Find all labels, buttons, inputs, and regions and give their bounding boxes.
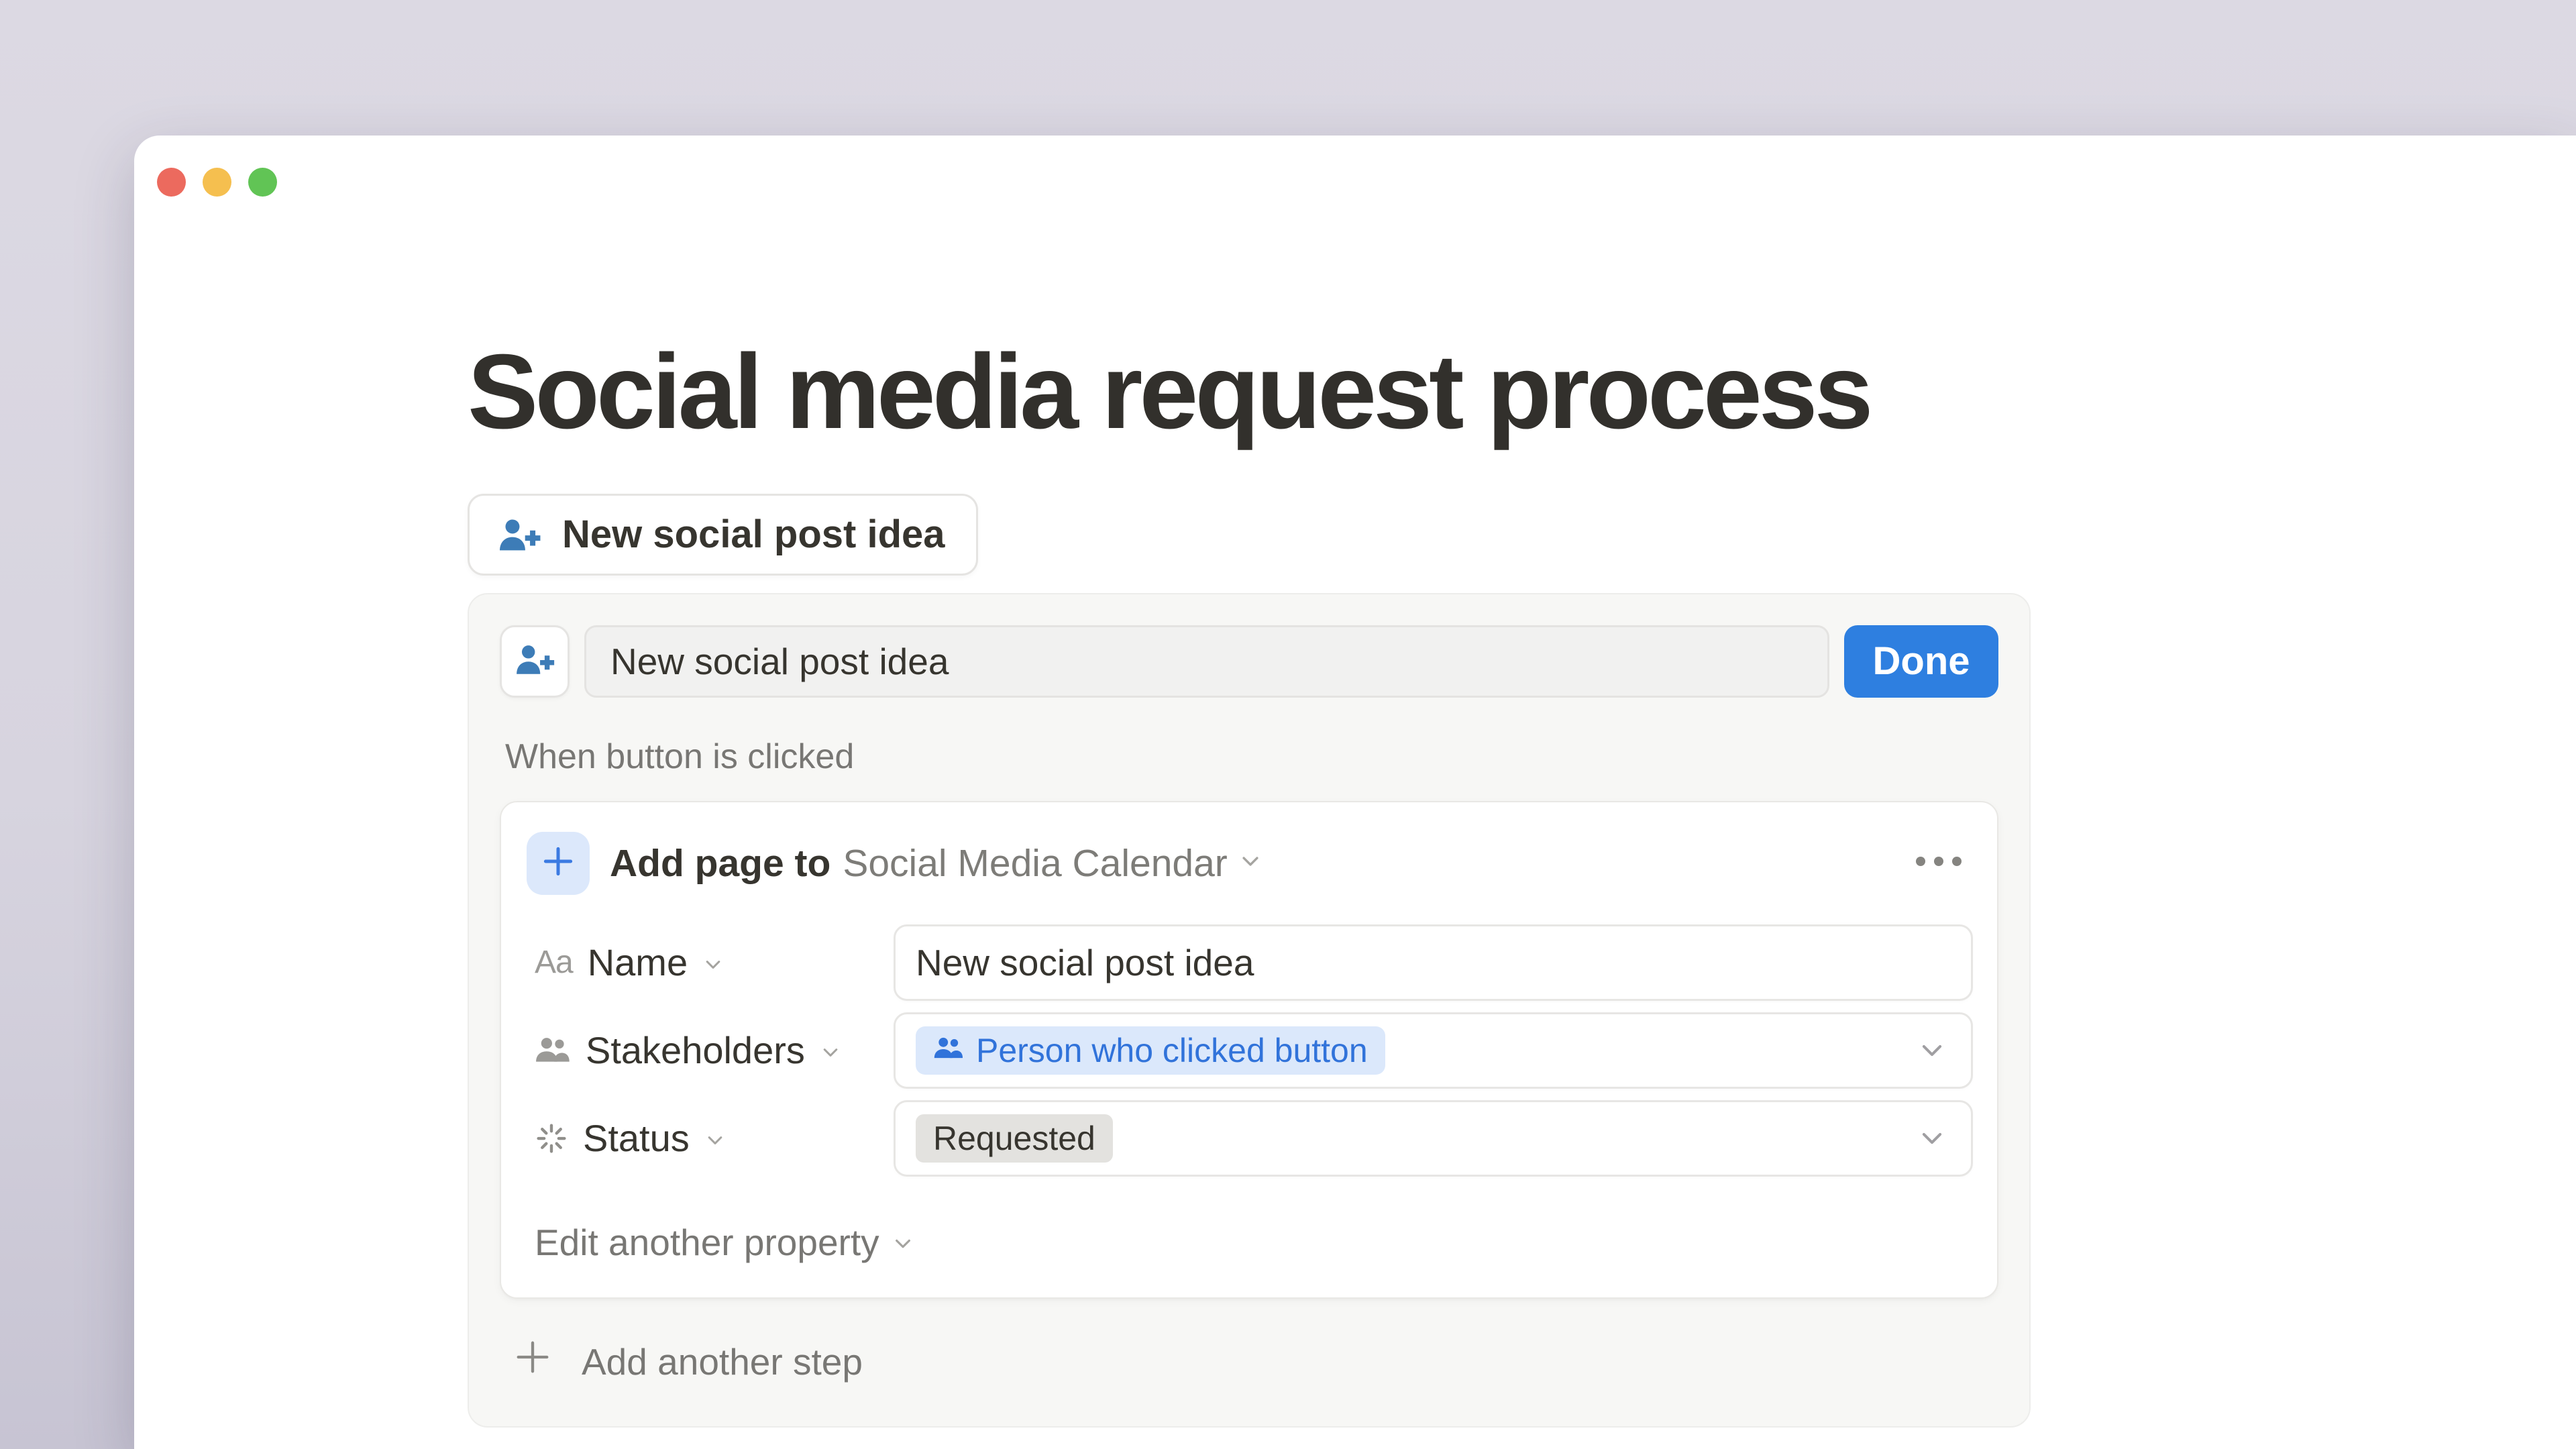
ellipsis-icon [1915,856,1962,870]
target-database-label: Social Media Calendar [843,841,1227,885]
property-row-name: Aa Name [527,924,1973,1001]
person-pill[interactable]: Person who clicked button [916,1026,1385,1075]
done-button[interactable]: Done [1844,625,1998,698]
property-label-text: Status [583,1116,690,1160]
add-another-step-button[interactable]: Add another step [500,1328,1998,1395]
close-window-button[interactable] [157,168,186,197]
people-icon [933,1031,964,1070]
person-pill-label: Person who clicked button [976,1031,1368,1070]
person-add-icon [496,515,542,554]
property-rows: Aa Name [527,924,1973,1177]
chevron-down-icon [1238,849,1263,877]
person-add-icon [514,641,555,681]
page-content: Social media request process New social … [468,136,2033,1428]
text-icon: Aa [535,944,573,981]
automation-step-card: Add page to Social Media Calendar [500,801,1998,1299]
button-name-input[interactable] [584,625,1829,698]
status-pill[interactable]: Requested [916,1114,1113,1163]
target-database-select[interactable]: Social Media Calendar [843,841,1262,885]
name-property-label[interactable]: Aa Name [527,941,894,984]
plus-icon [513,1338,552,1385]
people-icon [535,1035,571,1066]
new-social-post-idea-button[interactable]: New social post idea [468,494,978,576]
chevron-down-icon [892,1221,914,1264]
status-icon [535,1122,568,1155]
minimize-window-button[interactable] [203,168,231,197]
edit-another-property-label: Edit another property [535,1221,879,1264]
trigger-button-label: New social post idea [562,512,945,557]
step-header: Add page to Social Media Calendar [527,832,1973,895]
zoom-window-button[interactable] [248,168,277,197]
status-property-label[interactable]: Status [527,1116,894,1160]
button-icon-picker[interactable] [500,625,570,698]
property-row-status: Status Requested [527,1100,1973,1177]
chevron-down-icon [704,1116,726,1160]
step-action-label: Add page to [610,841,830,885]
status-value-select[interactable]: Requested [894,1100,1973,1177]
property-label-text: Stakeholders [586,1028,805,1072]
property-label-text: Name [588,941,688,984]
add-another-step-label: Add another step [582,1340,863,1383]
property-row-stakeholders: Stakeholders [527,1012,1973,1089]
chevron-down-icon [820,1028,841,1072]
edit-another-property-button[interactable]: Edit another property [527,1221,914,1264]
page-title[interactable]: Social media request process [468,329,2033,456]
name-value-field [894,924,1973,1001]
stakeholders-property-label[interactable]: Stakeholders [527,1028,894,1072]
name-value-input[interactable] [916,926,1951,999]
chevron-down-icon [702,941,724,984]
stakeholders-value-select[interactable]: Person who clicked button [894,1012,1973,1089]
app-window: Social media request process New social … [134,136,2576,1449]
plus-icon [541,844,576,882]
window-controls [157,168,277,197]
trigger-caption: When button is clicked [505,737,1998,777]
add-page-step-chip[interactable] [527,832,590,895]
button-editor-panel: Done When button is clicked Add page to [468,593,2031,1428]
chevron-down-icon [1917,1036,1947,1065]
step-more-options-button[interactable] [1909,849,1969,877]
editor-header: Done [500,625,1998,698]
chevron-down-icon [1917,1124,1947,1153]
